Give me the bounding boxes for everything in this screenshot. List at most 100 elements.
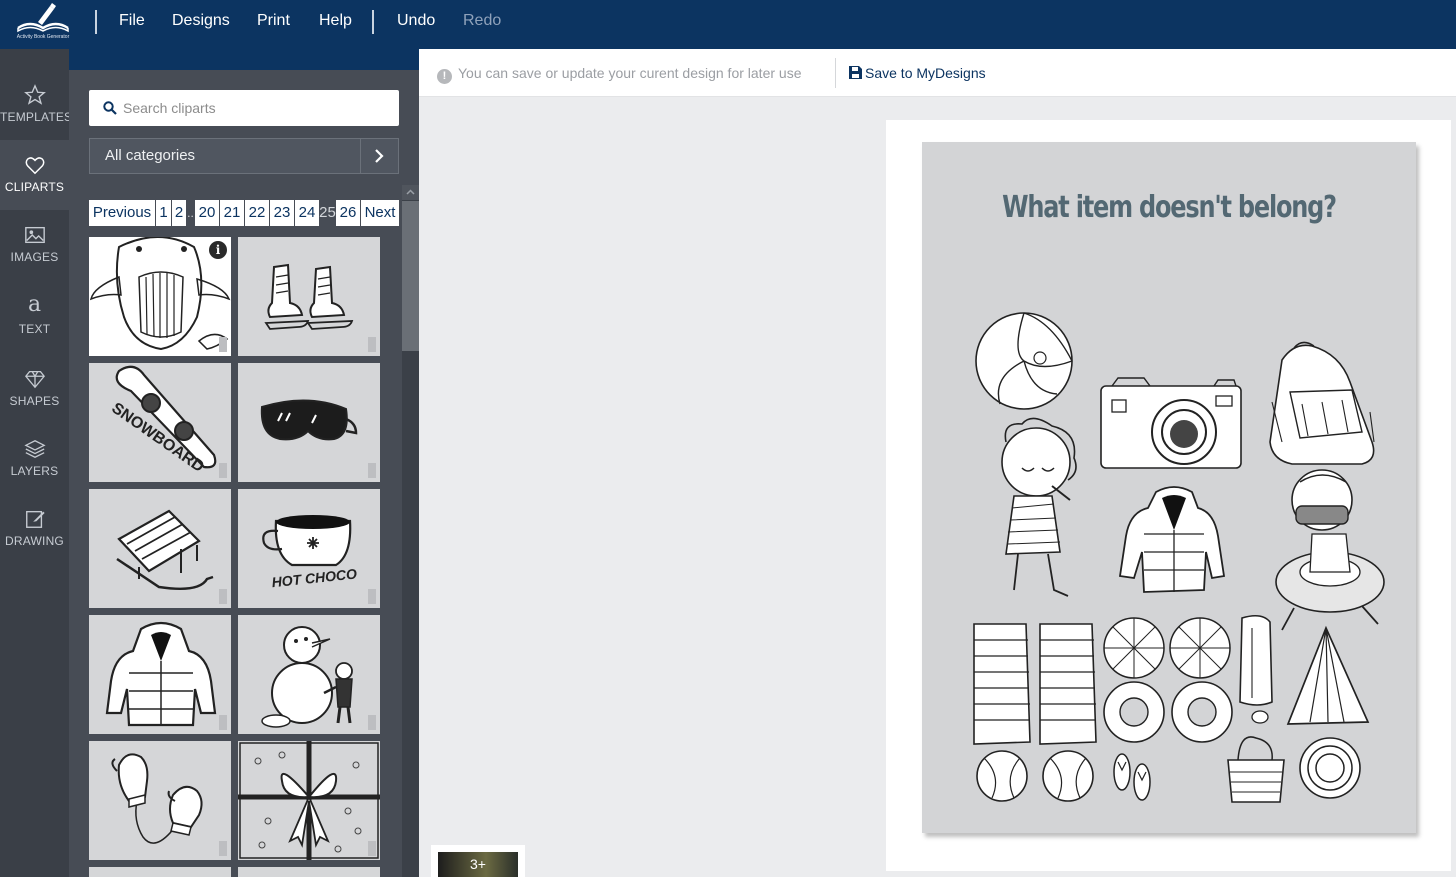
- sled-clipart: [116, 509, 214, 590]
- rail-item-shapes[interactable]: SHAPES: [0, 354, 69, 424]
- surfboard-clipart: [1239, 614, 1273, 724]
- caret-up-icon: [406, 189, 415, 195]
- rail-label: LAYERS: [10, 464, 59, 478]
- tile-handle: [219, 463, 227, 478]
- tile-handle: [368, 841, 376, 856]
- save-bar: ! You can save or update your curent desi…: [419, 49, 1456, 97]
- image-icon: [24, 226, 45, 244]
- page-link[interactable]: 2: [172, 200, 186, 226]
- clipart-tile[interactable]: [89, 867, 231, 877]
- beach-chairs-clipart: [973, 623, 1097, 745]
- clipart-tile-mittens[interactable]: [89, 741, 231, 860]
- clipart-tile[interactable]: [238, 867, 380, 877]
- save-divider: [835, 58, 836, 88]
- heart-icon: [25, 157, 44, 175]
- ski-goggles-clipart: [260, 399, 358, 441]
- puffer-jacket-clipart: [1118, 486, 1226, 593]
- tile-handle: [368, 337, 376, 352]
- tool-rail: TEMPLATES CLIPARTS IMAGES a TEXT SHAPES …: [0, 49, 73, 877]
- clipart-tile-sled[interactable]: [89, 489, 231, 608]
- star-icon: [23, 84, 46, 105]
- page-link[interactable]: 26: [336, 200, 360, 226]
- page-link[interactable]: 23: [270, 200, 294, 226]
- scroll-thumb[interactable]: [402, 201, 419, 351]
- menu-divider: [372, 10, 374, 34]
- logo-text: Activity Book Generator: [16, 34, 70, 40]
- save-hint: ! You can save or update your curent desi…: [437, 65, 801, 84]
- clipart-tile-ski-goggles[interactable]: [238, 363, 380, 482]
- text-icon: a: [27, 292, 42, 317]
- tent-clipart: [1286, 625, 1370, 725]
- ice-skates-clipart: [264, 263, 354, 330]
- hot-chocolate-clipart: HOT CHOCO: [262, 515, 358, 590]
- rail-item-layers[interactable]: LAYERS: [0, 424, 69, 494]
- rail-item-images[interactable]: IMAGES: [0, 210, 69, 280]
- swim-rings-clipart: [1103, 681, 1233, 743]
- edit-icon: [25, 510, 45, 528]
- rail-label: TEMPLATES: [0, 110, 73, 124]
- page-link[interactable]: 20: [195, 200, 219, 226]
- page-link[interactable]: 21: [220, 200, 244, 226]
- clipart-search: [89, 90, 399, 126]
- snowman-clipart: [261, 626, 353, 728]
- clipart-tile-puffer-jacket[interactable]: [89, 615, 231, 734]
- page-current: 25: [319, 204, 336, 221]
- scroll-up-arrow[interactable]: [402, 185, 419, 200]
- tile-handle: [219, 337, 227, 352]
- clipart-tile-gift-box[interactable]: [238, 741, 380, 860]
- backpack-clipart: [1269, 341, 1375, 465]
- page-link[interactable]: 24: [295, 200, 319, 226]
- tile-handle: [219, 841, 227, 856]
- save-hint-text: You can save or update your curent desig…: [458, 65, 802, 81]
- clipart-tile-hot-chocolate[interactable]: HOT CHOCO: [238, 489, 380, 608]
- redo-button[interactable]: Redo: [463, 12, 501, 30]
- mittens-clipart: [111, 753, 203, 844]
- clipart-tile-snowman[interactable]: [238, 615, 380, 734]
- top-bar: Activity Book Generator File Designs Pri…: [0, 0, 1456, 49]
- rail-item-cliparts[interactable]: CLIPARTS: [0, 140, 69, 210]
- undo-button[interactable]: Undo: [397, 12, 435, 30]
- snowboard-clipart: SNOWBOARD: [108, 365, 217, 476]
- menu-file[interactable]: File: [119, 12, 145, 30]
- gift-box-clipart: [238, 741, 380, 860]
- beach-bag-clipart: [1227, 736, 1285, 803]
- girl-clipart: [1001, 417, 1077, 597]
- rail-label: CLIPARTS: [4, 180, 65, 194]
- rail-label: SHAPES: [9, 394, 60, 408]
- badge-count: 3+: [438, 852, 518, 877]
- search-input[interactable]: [123, 90, 393, 126]
- menu-designs[interactable]: Designs: [172, 12, 230, 30]
- notification-badge[interactable]: 3+: [431, 845, 525, 877]
- balls-clipart: [976, 750, 1094, 802]
- flip-flops-clipart: [1113, 753, 1151, 801]
- menu-help[interactable]: Help: [319, 12, 352, 30]
- tile-handle: [368, 463, 376, 478]
- clipart-tile-whale[interactable]: i: [89, 237, 231, 356]
- design-page[interactable]: What item doesn't belong?: [922, 142, 1416, 833]
- puffer-jacket-clipart: [105, 621, 217, 727]
- rail-item-templates[interactable]: TEMPLATES: [0, 70, 73, 140]
- rail-label: DRAWING: [5, 534, 64, 548]
- category-next-button[interactable]: [360, 138, 399, 174]
- rail-item-text[interactable]: a TEXT: [0, 280, 69, 350]
- category-select[interactable]: All categories: [89, 138, 361, 174]
- umbrellas-clipart: [1103, 617, 1231, 679]
- page-previous[interactable]: Previous: [89, 200, 155, 226]
- camera-clipart: [1100, 377, 1242, 469]
- save-to-mydesigns-button[interactable]: Save to MyDesigns: [849, 65, 986, 81]
- layers-icon: [23, 440, 46, 458]
- diamond-icon: [24, 371, 45, 389]
- worksheet-artwork: [973, 312, 1385, 803]
- page-link[interactable]: 1: [156, 200, 171, 226]
- floppy-disk-icon: [849, 66, 862, 79]
- rail-item-drawing[interactable]: DRAWING: [0, 494, 69, 564]
- page-link[interactable]: 22: [245, 200, 269, 226]
- page-next[interactable]: Next: [361, 200, 399, 226]
- rope-coil-clipart: [1299, 737, 1361, 799]
- info-icon[interactable]: i: [209, 241, 227, 259]
- menu-print[interactable]: Print: [257, 12, 290, 30]
- clipart-tile-ice-skates[interactable]: [238, 237, 380, 356]
- beach-ball-clipart: [975, 312, 1073, 410]
- page-ellipsis: ..: [187, 206, 194, 220]
- clipart-tile-snowboard[interactable]: SNOWBOARD: [89, 363, 231, 482]
